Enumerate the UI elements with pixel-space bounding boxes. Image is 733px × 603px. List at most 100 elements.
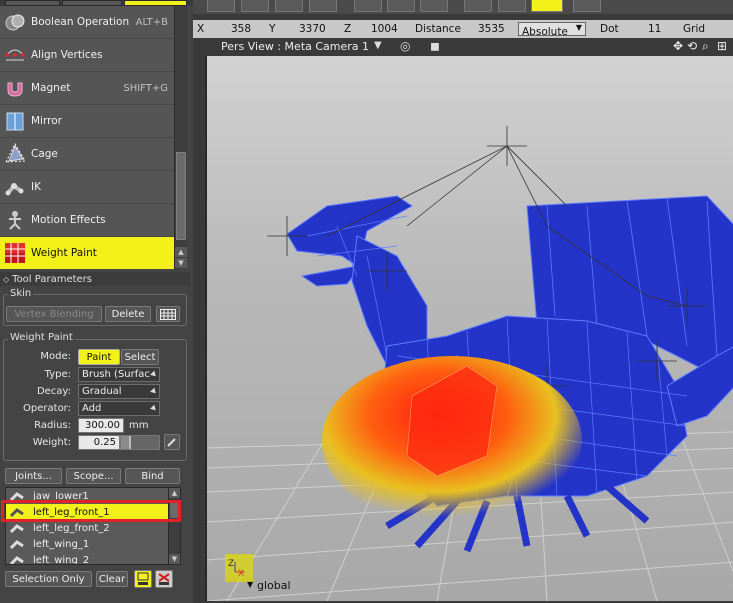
top-toolbar <box>193 0 733 14</box>
grid-view-icon[interactable] <box>207 0 235 12</box>
coordinate-bar: X 358 Y 3370 Z 1004 Distance 3535 Absolu… <box>193 20 733 38</box>
dropdown-arrow-icon <box>150 387 158 396</box>
lights-icon[interactable] <box>309 0 337 12</box>
selection-only-button[interactable]: Selection Only <box>5 571 92 587</box>
joint-tool-icon[interactable] <box>498 0 526 12</box>
scroll-up-icon[interactable]: ▲ <box>169 488 180 498</box>
joint-icon <box>9 524 24 534</box>
tools-list: Boolean Operation ALT+B Align Vertices M… <box>0 6 174 270</box>
tool-label: Mirror <box>31 115 62 127</box>
scene-render <box>207 56 733 601</box>
coordinate-mode-dropdown[interactable]: Absolute ▼ <box>518 22 586 38</box>
tool-mirror[interactable]: Mirror <box>0 105 174 138</box>
x-value[interactable]: 358 <box>231 23 251 35</box>
camera-icon[interactable] <box>241 0 269 12</box>
coord-space-label[interactable]: global <box>257 579 291 592</box>
y-value[interactable]: 3370 <box>299 23 326 35</box>
radius-unit: mm <box>129 420 149 431</box>
select-tool-icon[interactable] <box>354 0 382 12</box>
cube-icon[interactable]: ◼ <box>430 39 440 53</box>
tool-ik[interactable]: IK <box>0 171 174 204</box>
main-area: X 358 Y 3370 Z 1004 Distance 3535 Absolu… <box>193 0 733 603</box>
weight-tool-icon[interactable] <box>531 0 563 12</box>
clear-button[interactable]: Clear <box>96 571 128 587</box>
grid-table-icon[interactable] <box>156 306 180 322</box>
target-icon[interactable]: ◎ <box>400 39 410 53</box>
tool-label: Magnet <box>31 82 71 94</box>
weight-input[interactable]: 0.25 <box>78 435 120 450</box>
scroll-down-icon[interactable]: ▼ <box>169 554 180 564</box>
type-dropdown[interactable]: Brush (Surfac <box>78 367 160 382</box>
coordinate-mode-value: Absolute <box>522 26 568 38</box>
z-label: Z <box>344 23 352 35</box>
joint-row[interactable]: left_wing_2 <box>6 552 168 565</box>
skin-group-title: Skin <box>8 288 34 299</box>
tool-align-vertices[interactable]: Align Vertices <box>0 39 174 72</box>
pan-icon[interactable]: ✥ <box>673 39 683 53</box>
delete-button[interactable]: Delete <box>105 306 151 322</box>
scroll-up-icon[interactable]: ▲ <box>175 247 187 257</box>
type-value: Brush (Surfac <box>82 369 150 380</box>
box-icon[interactable] <box>387 0 415 12</box>
weight-paint-icon <box>3 241 27 265</box>
weight-one-icon[interactable] <box>134 570 152 588</box>
coord-space-arrow-icon[interactable]: ▼ <box>247 580 253 589</box>
svg-text:Z: Z <box>228 559 234 569</box>
viewport-header: Pers View : Meta Camera 1 ▼ ◎ ◼ ✥ ⟲ ⌕ ⊞ <box>205 39 733 56</box>
z-value[interactable]: 1004 <box>371 23 398 35</box>
mode-paint-button[interactable]: Paint <box>78 349 120 365</box>
draw-icon[interactable] <box>420 0 448 12</box>
sphere-icon[interactable] <box>573 0 601 12</box>
tool-shortcut: ALT+B <box>135 16 168 28</box>
tools-scrollbar[interactable]: ▲ ▼ <box>174 6 187 269</box>
weight-paint-group-title: Weight Paint <box>8 332 75 343</box>
tool-parameters-header[interactable]: ◇ Tool Parameters <box>0 272 190 286</box>
joint-list-scrollbar[interactable]: ▲ ▼ <box>168 487 181 565</box>
y-label: Y <box>269 23 276 35</box>
3d-viewport[interactable]: ZX ▼ global <box>205 56 733 601</box>
weight-zero-icon[interactable] <box>155 570 173 588</box>
grid-label: Grid <box>683 23 706 35</box>
weight-slider[interactable] <box>120 435 160 450</box>
zoom-icon[interactable]: ⌕ <box>702 39 709 54</box>
boolean-icon <box>3 10 27 34</box>
type-label: Type: <box>44 369 71 380</box>
joint-list: jaw_lower1 left_leg_front_1 left_leg_fro… <box>5 487 169 565</box>
viewport-menu-icon[interactable]: ▼ <box>374 40 382 51</box>
decay-dropdown[interactable]: Gradual <box>78 384 160 399</box>
vertex-blending-button[interactable]: Vertex Blending <box>6 306 102 322</box>
tool-boolean-operation[interactable]: Boolean Operation ALT+B <box>0 6 174 39</box>
render-icon[interactable] <box>275 0 303 12</box>
operator-value: Add <box>82 403 102 414</box>
dot-value[interactable]: 11 <box>648 23 661 35</box>
joint-name: left_wing_2 <box>33 554 90 565</box>
radius-input[interactable]: 300.00 <box>78 418 124 433</box>
fit-icon[interactable]: ⊞ <box>717 39 727 53</box>
joint-row[interactable]: left_leg_front_2 <box>6 520 168 536</box>
scroll-down-icon[interactable]: ▼ <box>175 258 187 268</box>
tool-motion-effects[interactable]: Motion Effects <box>0 204 174 237</box>
decay-value: Gradual <box>82 386 122 397</box>
rotate-icon[interactable]: ⟲ <box>687 39 697 53</box>
tool-cage[interactable]: Cage <box>0 138 174 171</box>
joint-row[interactable]: left_wing_1 <box>6 536 168 552</box>
tool-label: Boolean Operation <box>31 16 130 28</box>
joint-icon <box>9 556 24 564</box>
x-label: X <box>197 23 205 35</box>
tool-weight-paint[interactable]: Weight Paint <box>0 237 174 270</box>
joints-button[interactable]: Joints... <box>5 468 62 484</box>
scope-button[interactable]: Scope... <box>66 468 121 484</box>
bind-button[interactable]: Bind <box>125 468 180 484</box>
tool-magnet[interactable]: Magnet SHIFT+G <box>0 72 174 105</box>
distance-value[interactable]: 3535 <box>478 23 505 35</box>
operator-dropdown[interactable]: Add <box>78 401 160 416</box>
scroll-thumb[interactable] <box>176 152 186 240</box>
bone-icon[interactable] <box>464 0 492 12</box>
axis-gizmo: ZX <box>225 554 253 582</box>
eyedropper-icon[interactable] <box>164 434 180 450</box>
viewport-title[interactable]: Pers View : Meta Camera 1 <box>221 40 369 53</box>
operator-label: Operator: <box>23 403 71 414</box>
highlight-annotation <box>1 500 181 522</box>
mode-select-button[interactable]: Select <box>121 349 159 365</box>
mirror-icon <box>3 109 27 133</box>
